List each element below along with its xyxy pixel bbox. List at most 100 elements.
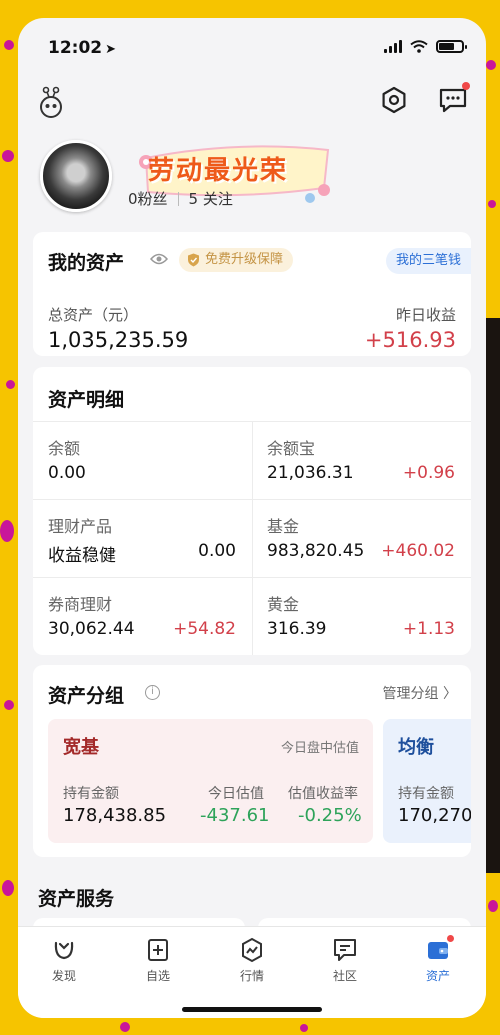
asset-services-title: 资产服务 xyxy=(38,888,115,910)
tab-label: 行情 xyxy=(239,969,264,983)
asset-detail-grid: 余额 0.00 余额宝 21,036.31 +0.96 理财产品 收益稳健 0.… xyxy=(33,421,471,655)
asset-cell-fund[interactable]: 基金 983,820.45 +460.02 xyxy=(252,499,471,577)
group-estimate-label: 今日盘中估值 xyxy=(280,741,359,756)
hold-label: 持有金额 xyxy=(398,786,454,802)
battery-icon xyxy=(436,40,467,53)
asset-cell-broker[interactable]: 券商理财 30,062.44 +54.82 xyxy=(33,577,252,655)
tab-assets[interactable]: 资产 xyxy=(408,935,468,984)
cell-value: 30,062.44 xyxy=(48,619,135,639)
phone-screen: 12:02 ➤ 劳动最光荣 0粉丝 5 关注 我的资产 免费升级保障 我的三笔钱… xyxy=(18,18,486,1018)
signal-icon xyxy=(384,40,402,53)
total-assets-label: 总资产（元） xyxy=(48,306,139,324)
avatar[interactable] xyxy=(40,140,112,212)
tab-label: 自选 xyxy=(145,969,170,983)
eye-icon[interactable] xyxy=(150,252,168,266)
asset-cell-wealth[interactable]: 理财产品 收益稳健 0.00 xyxy=(33,499,252,577)
decor-dot xyxy=(2,150,14,162)
today-estimate-value: -437.61 xyxy=(200,805,270,826)
rate-label: 估值收益率 xyxy=(288,786,358,802)
group-title: 宽基 xyxy=(63,737,99,758)
following-count[interactable]: 5 关注 xyxy=(189,188,233,209)
info-icon[interactable]: i xyxy=(145,685,160,700)
cell-label: 余额宝 xyxy=(267,439,316,458)
cell-value: 21,036.31 xyxy=(267,463,354,483)
cell-change: 0.00 xyxy=(198,541,236,561)
hold-label: 持有金额 xyxy=(63,786,119,802)
follow-stats: 0粉丝 5 关注 xyxy=(128,188,233,209)
cell-label: 理财产品 xyxy=(48,517,113,536)
cell-value: 收益稳健 xyxy=(48,546,116,566)
discover-icon xyxy=(54,941,74,960)
badge-label: 免费升级保障 xyxy=(205,252,284,267)
tab-label: 社区 xyxy=(332,969,357,983)
settings-icon[interactable] xyxy=(380,86,408,114)
group-card-balanced[interactable]: 均衡 持有金额 170,270. xyxy=(383,719,471,843)
manage-groups-link[interactable]: 管理分组 〉 xyxy=(383,683,457,703)
notification-dot xyxy=(462,82,470,90)
decor-dot xyxy=(0,520,14,542)
tab-watchlist[interactable]: 自选 xyxy=(128,937,188,984)
three-money-button[interactable]: 我的三笔钱 xyxy=(385,248,471,274)
fans-count[interactable]: 0粉丝 xyxy=(128,188,168,209)
asset-group-title: 资产分组 xyxy=(48,685,125,707)
tab-discover[interactable]: 发现 xyxy=(34,937,94,984)
background-photo xyxy=(484,318,500,873)
status-time: 12:02 ➤ xyxy=(48,38,117,58)
cell-change: +0.96 xyxy=(402,463,455,483)
decor-dot xyxy=(486,60,496,70)
decor-dot xyxy=(2,880,14,896)
wifi-icon xyxy=(410,40,428,53)
cell-change: +54.82 xyxy=(173,619,236,639)
rate-value: -0.25% xyxy=(298,805,362,826)
upgrade-badge[interactable]: 免费升级保障 xyxy=(179,248,294,272)
asset-cell-yuebao[interactable]: 余额宝 21,036.31 +0.96 xyxy=(252,421,471,499)
status-bar: 12:02 ➤ xyxy=(18,18,486,74)
tab-community[interactable]: 社区 xyxy=(315,937,375,984)
cell-label: 余额 xyxy=(48,439,81,458)
asset-detail-title: 资产明细 xyxy=(48,389,125,411)
hold-value: 178,438.85 xyxy=(63,805,167,826)
my-assets-title: 我的资产 xyxy=(48,252,125,274)
cell-change: +460.02 xyxy=(381,541,455,561)
tab-label: 发现 xyxy=(51,969,76,983)
decor-dot xyxy=(4,40,14,50)
today-estimate-label: 今日估值 xyxy=(208,786,264,802)
decor-dot xyxy=(488,200,496,208)
cell-label: 券商理财 xyxy=(48,595,113,614)
message-icon[interactable] xyxy=(438,86,468,114)
cell-value: 316.39 xyxy=(267,619,327,639)
tab-bar: 发现 自选 行情 社区 资产 xyxy=(18,926,486,1018)
yesterday-income-value: +516.93 xyxy=(364,328,456,352)
decor-dot xyxy=(6,380,15,389)
yesterday-income-label: 昨日收益 xyxy=(395,306,456,324)
asset-detail-card: 资产明细 余额 0.00 余额宝 21,036.31 +0.96 理财产品 收益… xyxy=(33,367,471,655)
divider xyxy=(177,191,179,206)
market-icon xyxy=(242,937,262,963)
hold-value: 170,270. xyxy=(398,805,471,826)
location-arrow-icon: ➤ xyxy=(105,42,117,57)
group-card-broad[interactable]: 宽基 今日盘中估值 持有金额 178,438.85 今日估值 -437.61 估… xyxy=(48,719,373,843)
notification-dot xyxy=(447,935,454,942)
cell-label: 黄金 xyxy=(267,595,300,614)
watchlist-icon xyxy=(148,939,168,961)
mascot-icon[interactable] xyxy=(38,86,64,120)
asset-cell-balance[interactable]: 余额 0.00 xyxy=(33,421,252,499)
community-icon xyxy=(334,939,356,961)
tab-market[interactable]: 行情 xyxy=(222,937,282,984)
cell-change: +1.13 xyxy=(402,619,455,639)
asset-group-card: 资产分组 i 管理分组 〉 宽基 今日盘中估值 持有金额 178,438.85 … xyxy=(33,665,471,857)
decor-dot xyxy=(488,900,498,912)
home-indicator[interactable] xyxy=(182,1007,322,1012)
top-bar xyxy=(18,78,486,128)
cell-value: 0.00 xyxy=(48,463,86,483)
tab-label: 资产 xyxy=(425,969,450,983)
group-title: 均衡 xyxy=(398,737,434,758)
asset-cell-gold[interactable]: 黄金 316.39 +1.13 xyxy=(252,577,471,655)
shield-icon xyxy=(188,253,199,267)
total-assets-value: 1,035,235.59 xyxy=(48,328,189,352)
cell-label: 基金 xyxy=(267,517,300,536)
my-assets-card[interactable]: 我的资产 免费升级保障 我的三笔钱 总资产（元） 1,035,235.59 昨日… xyxy=(33,232,471,356)
decor-dot xyxy=(4,700,14,710)
decor-dot xyxy=(300,1024,308,1032)
decor-dot xyxy=(120,1022,130,1032)
